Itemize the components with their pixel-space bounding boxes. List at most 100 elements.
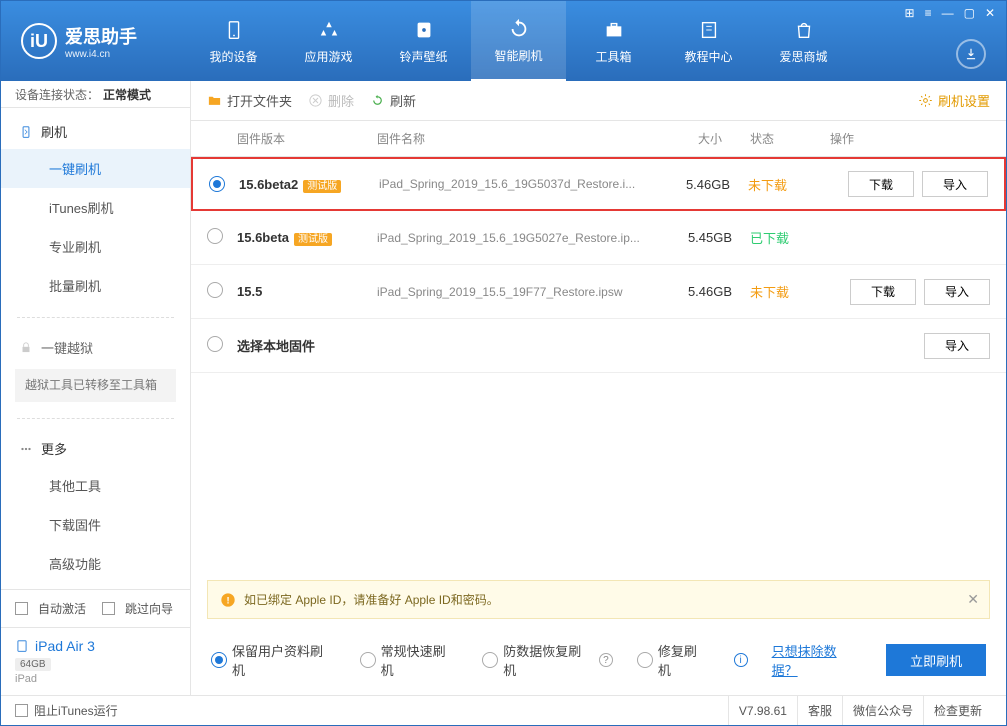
opt-anti-recovery[interactable]: 防数据恢复刷机?: [482, 641, 613, 679]
sidebar-pro-flash[interactable]: 专业刷机: [1, 227, 190, 266]
sidebar-more-title: 更多: [1, 431, 190, 466]
window-controls: ⊞ ≡ — ▢ ✕: [905, 6, 995, 20]
nav-smart-flash[interactable]: 智能刷机: [471, 1, 566, 81]
app-subtitle: www.i4.cn: [65, 49, 137, 60]
fw-actions: 下载导入: [830, 279, 990, 305]
open-folder-button[interactable]: 打开文件夹: [207, 91, 292, 110]
options-bar: 保留用户资料刷机 常规快速刷机 防数据恢复刷机? 修复刷机 i 只想抹除数据？ …: [191, 629, 1006, 695]
apps-icon: [317, 18, 341, 42]
fw-version: 选择本地固件: [237, 336, 377, 355]
help-icon[interactable]: ?: [599, 653, 613, 667]
nav-toolbox[interactable]: 工具箱: [566, 1, 661, 81]
book-icon: [697, 18, 721, 42]
nav-ringtones[interactable]: 铃声壁纸: [376, 1, 471, 81]
th-version: 固件版本: [237, 130, 377, 147]
refresh-button[interactable]: 刷新: [370, 91, 416, 110]
radio-icon[interactable]: [209, 176, 225, 192]
nav-store[interactable]: 爱思商城: [756, 1, 851, 81]
nav-tutorials[interactable]: 教程中心: [661, 1, 756, 81]
import-button[interactable]: 导入: [924, 333, 990, 359]
device-name: iPad Air 3: [15, 638, 176, 654]
nav-my-device[interactable]: 我的设备: [186, 1, 281, 81]
check-update-link[interactable]: 检查更新: [923, 696, 992, 725]
app-header: ⊞ ≡ — ▢ ✕ iU 爱思助手 www.i4.cn 我的设备 应用游戏 铃声…: [1, 1, 1006, 81]
flash-settings-button[interactable]: 刷机设置: [918, 91, 990, 110]
fw-version: 15.5: [237, 284, 377, 299]
sidebar-batch-flash[interactable]: 批量刷机: [1, 266, 190, 305]
refresh-icon: [370, 93, 385, 108]
toolbox-icon: [602, 18, 626, 42]
radio-icon[interactable]: [207, 282, 223, 298]
folder-icon: [207, 93, 222, 108]
opt-normal-flash[interactable]: 常规快速刷机: [360, 641, 459, 679]
sidebar-other-tools[interactable]: 其他工具: [1, 466, 190, 505]
auto-activate-row: 自动激活 跳过向导: [1, 589, 190, 627]
radio-icon[interactable]: [207, 228, 223, 244]
opt-repair-flash[interactable]: 修复刷机: [637, 641, 710, 679]
erase-data-link[interactable]: 只想抹除数据？: [772, 641, 863, 679]
sidebar-flash-title: 刷机: [1, 114, 190, 149]
fw-size: 5.45GB: [670, 230, 750, 245]
minimize-icon[interactable]: —: [942, 6, 954, 20]
info-close-icon[interactable]: ✕: [967, 591, 979, 608]
sidebar-download-firmware[interactable]: 下载固件: [1, 505, 190, 544]
svg-text:!: !: [226, 595, 229, 605]
close-icon[interactable]: ✕: [985, 6, 995, 20]
fw-size: 5.46GB: [670, 284, 750, 299]
skip-guide-checkbox[interactable]: [102, 602, 115, 615]
firmware-row[interactable]: 15.6beta测试版 iPad_Spring_2019_15.6_19G502…: [191, 211, 1006, 265]
toolbar: 打开文件夹 删除 刷新 刷机设置: [191, 81, 1006, 121]
nav-tabs: 我的设备 应用游戏 铃声壁纸 智能刷机 工具箱 教程中心 爱思商城: [186, 1, 956, 81]
import-button[interactable]: 导入: [922, 171, 988, 197]
customer-service-link[interactable]: 客服: [797, 696, 842, 725]
beta-badge: 测试版: [294, 233, 332, 246]
fw-status: 未下载: [750, 282, 830, 301]
fw-name: iPad_Spring_2019_15.6_19G5027e_Restore.i…: [377, 231, 670, 245]
menu-icon[interactable]: ≡: [925, 6, 932, 20]
firmware-row[interactable]: 15.6beta2测试版 iPad_Spring_2019_15.6_19G50…: [191, 157, 1006, 211]
wechat-link[interactable]: 微信公众号: [842, 696, 923, 725]
device-info: iPad Air 3 64GB iPad: [1, 627, 190, 695]
radio-icon[interactable]: [207, 336, 223, 352]
prevent-itunes-checkbox[interactable]: [15, 704, 28, 717]
radio-icon: [211, 652, 227, 668]
maximize-icon[interactable]: ▢: [964, 6, 975, 20]
download-button[interactable]: 下载: [850, 279, 916, 305]
flash-icon: [19, 125, 33, 139]
nav-apps[interactable]: 应用游戏: [281, 1, 376, 81]
fw-status: 未下载: [748, 175, 828, 194]
download-button[interactable]: 下载: [848, 171, 914, 197]
info-bar: ! 如已绑定 Apple ID，请准备好 Apple ID和密码。 ✕: [207, 580, 990, 619]
bag-icon: [792, 18, 816, 42]
sidebar-oneclick-flash[interactable]: 一键刷机: [1, 149, 190, 188]
main-content: 打开文件夹 删除 刷新 刷机设置 固件版本 固件名称 大小 状态 操作: [191, 81, 1006, 695]
tablet-icon: [15, 639, 29, 653]
radio-icon: [637, 652, 653, 668]
fw-version: 15.6beta2测试版: [239, 177, 379, 192]
app-title: 爱思助手: [65, 23, 137, 49]
status-bar: 设备连接状态：正常模式: [1, 81, 190, 108]
import-button[interactable]: 导入: [924, 279, 990, 305]
delete-button[interactable]: 删除: [308, 91, 354, 110]
table-header: 固件版本 固件名称 大小 状态 操作: [191, 121, 1006, 157]
opt-preserve-data[interactable]: 保留用户资料刷机: [211, 641, 336, 679]
version-label: V7.98.61: [728, 696, 797, 725]
firmware-row[interactable]: 选择本地固件 导入: [191, 319, 1006, 373]
music-icon: [412, 18, 436, 42]
grid-icon[interactable]: ⊞: [905, 6, 915, 20]
warning-icon: !: [220, 592, 236, 608]
radio-icon: [482, 652, 498, 668]
lock-icon: [19, 341, 33, 355]
sidebar-itunes-flash[interactable]: iTunes刷机: [1, 188, 190, 227]
sidebar-advanced[interactable]: 高级功能: [1, 544, 190, 583]
auto-activate-checkbox[interactable]: [15, 602, 28, 615]
more-icon: [19, 442, 33, 456]
beta-badge: 测试版: [303, 180, 341, 193]
downloads-button[interactable]: [956, 39, 986, 69]
sidebar-jailbreak-note: 越狱工具已转移至工具箱: [15, 369, 176, 402]
help-icon[interactable]: i: [734, 653, 748, 667]
logo-icon: iU: [21, 23, 57, 59]
footer: 阻止iTunes运行 V7.98.61 客服 微信公众号 检查更新: [1, 695, 1006, 725]
flash-now-button[interactable]: 立即刷机: [886, 644, 986, 676]
firmware-row[interactable]: 15.5 iPad_Spring_2019_15.5_19F77_Restore…: [191, 265, 1006, 319]
